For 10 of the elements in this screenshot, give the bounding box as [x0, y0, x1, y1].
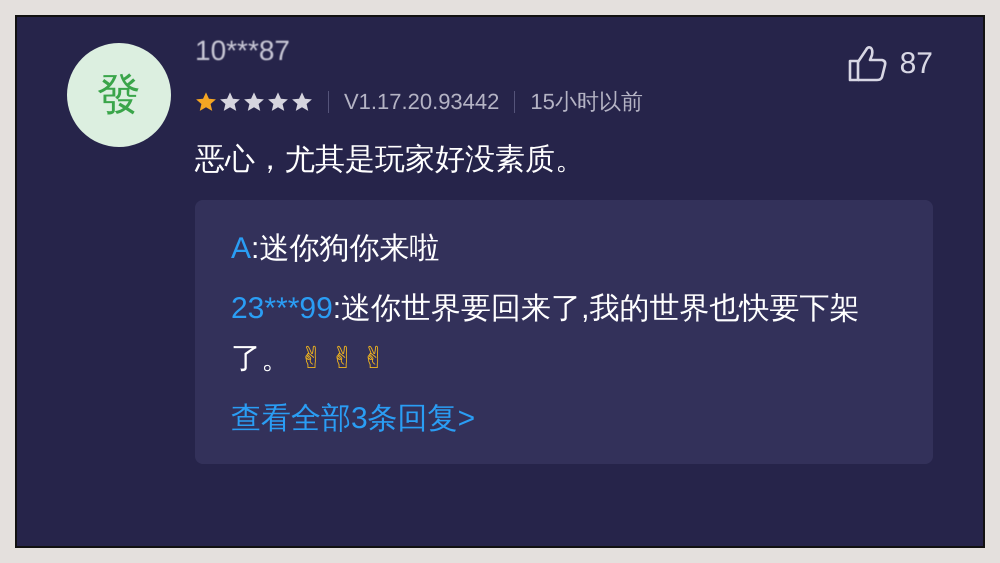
like-count: 87: [900, 46, 933, 82]
avatar: 發: [67, 43, 171, 147]
reply-text: A:迷你狗你来啦: [231, 231, 440, 267]
view-all-replies-link[interactable]: 查看全部3条回复>: [231, 396, 893, 442]
timestamp: 15小时以前: [530, 88, 643, 116]
reply-text: 23***99:迷你世界要回来了,我的世界也快要下架了。 ✌✌✌: [231, 291, 860, 378]
version-label: V1.17.20.93442: [344, 88, 500, 116]
comment-text: 恶心，尤其是玩家好没素质。: [195, 142, 586, 178]
username: 10***87: [195, 34, 291, 68]
thumbs-up-icon[interactable]: [848, 44, 888, 84]
